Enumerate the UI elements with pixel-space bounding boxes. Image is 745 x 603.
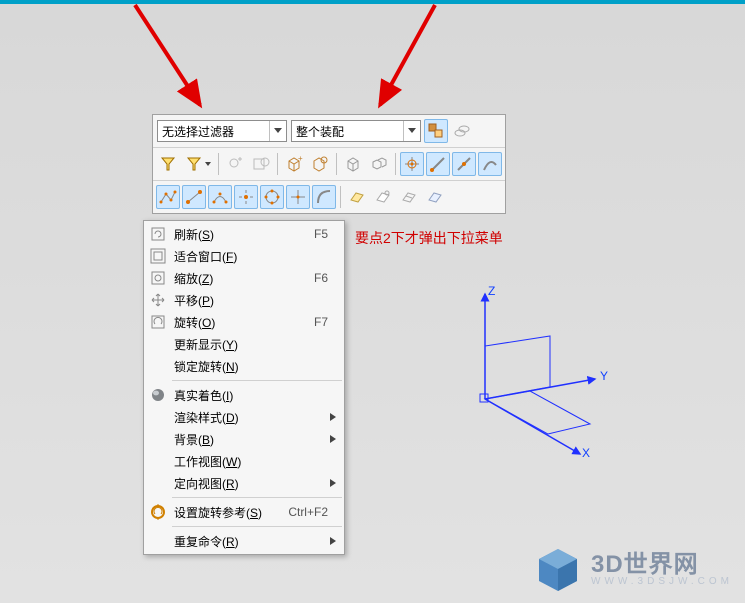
blank-icon: [148, 531, 168, 551]
menu-item-label: 渲染样式(D): [174, 409, 322, 426]
watermark-title: 3D世界网: [591, 554, 733, 576]
snap-seg-button[interactable]: [182, 185, 206, 209]
axis-x-label: X: [582, 446, 590, 460]
snap-arc3-button[interactable]: [208, 185, 232, 209]
assembly-button[interactable]: [424, 119, 448, 143]
menu-item-label: 重复命令(R): [174, 533, 322, 550]
menu-item-2[interactable]: 缩放(Z) F6: [144, 267, 344, 289]
submenu-arrow-icon: [328, 537, 338, 545]
plane4-button[interactable]: [423, 185, 447, 209]
snap-center-button[interactable]: [234, 185, 258, 209]
menu-item-label: 平移(P): [174, 292, 322, 309]
menu-separator: [172, 526, 342, 527]
snap-circle-button[interactable]: [260, 185, 284, 209]
snap-polyline-button[interactable]: [156, 185, 180, 209]
snap-mid-button[interactable]: [452, 152, 476, 176]
refresh-icon: [148, 224, 168, 244]
menu-item-label: 背景(B): [174, 431, 322, 448]
scope-select-value: 整个装配: [292, 123, 403, 140]
menu-item-4[interactable]: 旋转(O) F7: [144, 311, 344, 333]
shade-icon: [148, 385, 168, 405]
plane3-button[interactable]: [397, 185, 421, 209]
filter-select-value: 无选择过滤器: [158, 123, 269, 140]
menu-item-label: 设置旋转参考(S): [174, 504, 282, 521]
logo-cube-icon: [533, 545, 583, 595]
menu-item-shortcut: Ctrl+F2: [288, 505, 328, 519]
zoom-icon: [148, 268, 168, 288]
menu-separator: [172, 497, 342, 498]
menu-item-5[interactable]: 更新显示(Y): [144, 333, 344, 355]
capsule-button[interactable]: [450, 119, 474, 143]
menu-item-label: 锁定旋转(N): [174, 358, 322, 375]
context-menu: 刷新(S) F5 适合窗口(F) 缩放(Z) F6 平移(P) 旋转(O) F7 更新显示(Y)…: [143, 220, 345, 555]
menu-item-8[interactable]: 渲染样式(D): [144, 406, 344, 428]
menu-item-shortcut: F7: [314, 315, 328, 329]
snap-cross-button[interactable]: [286, 185, 310, 209]
menu-item-13[interactable]: 重复命令(R): [144, 530, 344, 552]
filter-select[interactable]: 无选择过滤器: [157, 120, 287, 142]
menu-item-0[interactable]: 刷新(S) F5: [144, 223, 344, 245]
blank-icon: [148, 451, 168, 471]
menu-item-shortcut: F5: [314, 227, 328, 241]
watermark-url: WWW.3DSJW.COM: [591, 576, 733, 587]
plane1-button[interactable]: [345, 185, 369, 209]
menu-item-label: 旋转(O): [174, 314, 308, 331]
axis-z-label: Z: [488, 284, 495, 298]
menu-item-label: 更新显示(Y): [174, 336, 322, 353]
menu-item-11[interactable]: 定向视图(R): [144, 472, 344, 494]
menu-item-label: 刷新(S): [174, 226, 308, 243]
blank-icon: [148, 334, 168, 354]
grid-target-button[interactable]: [249, 152, 273, 176]
menu-item-label: 工作视图(W): [174, 453, 322, 470]
menu-item-shortcut: F6: [314, 271, 328, 285]
fit-icon: [148, 246, 168, 266]
menu-item-label: 缩放(Z): [174, 270, 308, 287]
axis-y-label: Y: [600, 369, 608, 383]
menu-item-9[interactable]: 背景(B): [144, 428, 344, 450]
cube-target-button[interactable]: [308, 152, 332, 176]
svg-text:+: +: [298, 155, 303, 163]
menu-item-12[interactable]: 设置旋转参考(S) Ctrl+F2: [144, 501, 344, 523]
snap-point-button[interactable]: [400, 152, 424, 176]
submenu-arrow-icon: [328, 435, 338, 443]
menu-item-label: 定向视图(R): [174, 475, 322, 492]
setref-icon: [148, 502, 168, 522]
snap-arc-button[interactable]: [312, 185, 336, 209]
blank-icon: [148, 473, 168, 493]
annotation-arrow-1: [130, 0, 220, 120]
chevron-down-icon: [269, 121, 286, 141]
menu-item-7[interactable]: 真实着色(I): [144, 384, 344, 406]
blank-icon: [148, 356, 168, 376]
menu-item-label: 适合窗口(F): [174, 248, 322, 265]
snap-curve-button[interactable]: [478, 152, 502, 176]
scope-select[interactable]: 整个装配: [291, 120, 421, 142]
snap-edge-button[interactable]: [426, 152, 450, 176]
menu-separator: [172, 380, 342, 381]
cube-dual-button[interactable]: [367, 152, 391, 176]
viewport[interactable]: 无选择过滤器 整个装配 +: [0, 4, 745, 603]
submenu-arrow-icon: [328, 479, 338, 487]
menu-item-6[interactable]: 锁定旋转(N): [144, 355, 344, 377]
menu-item-3[interactable]: 平移(P): [144, 289, 344, 311]
cube-plus-button[interactable]: +: [282, 152, 306, 176]
annotation-text: 要点2下才弹出下拉菜单: [355, 229, 505, 247]
menu-item-10[interactable]: 工作视图(W): [144, 450, 344, 472]
target-plus-button[interactable]: [223, 152, 247, 176]
funnel-button[interactable]: [156, 152, 180, 176]
plane2-button[interactable]: [371, 185, 395, 209]
csys-triad: Z Y X: [430, 284, 630, 484]
submenu-arrow-icon: [328, 413, 338, 421]
chevron-down-icon: [403, 121, 420, 141]
funnel-dropdown-button[interactable]: [182, 152, 214, 176]
menu-item-1[interactable]: 适合窗口(F): [144, 245, 344, 267]
watermark: 3D世界网 WWW.3DSJW.COM: [533, 545, 733, 595]
cube-gray-button[interactable]: [341, 152, 365, 176]
blank-icon: [148, 429, 168, 449]
selection-toolbar: 无选择过滤器 整个装配 +: [152, 114, 506, 214]
rotate-icon: [148, 312, 168, 332]
blank-icon: [148, 407, 168, 427]
annotation-arrow-2: [350, 0, 450, 120]
menu-item-label: 真实着色(I): [174, 387, 322, 404]
pan-icon: [148, 290, 168, 310]
